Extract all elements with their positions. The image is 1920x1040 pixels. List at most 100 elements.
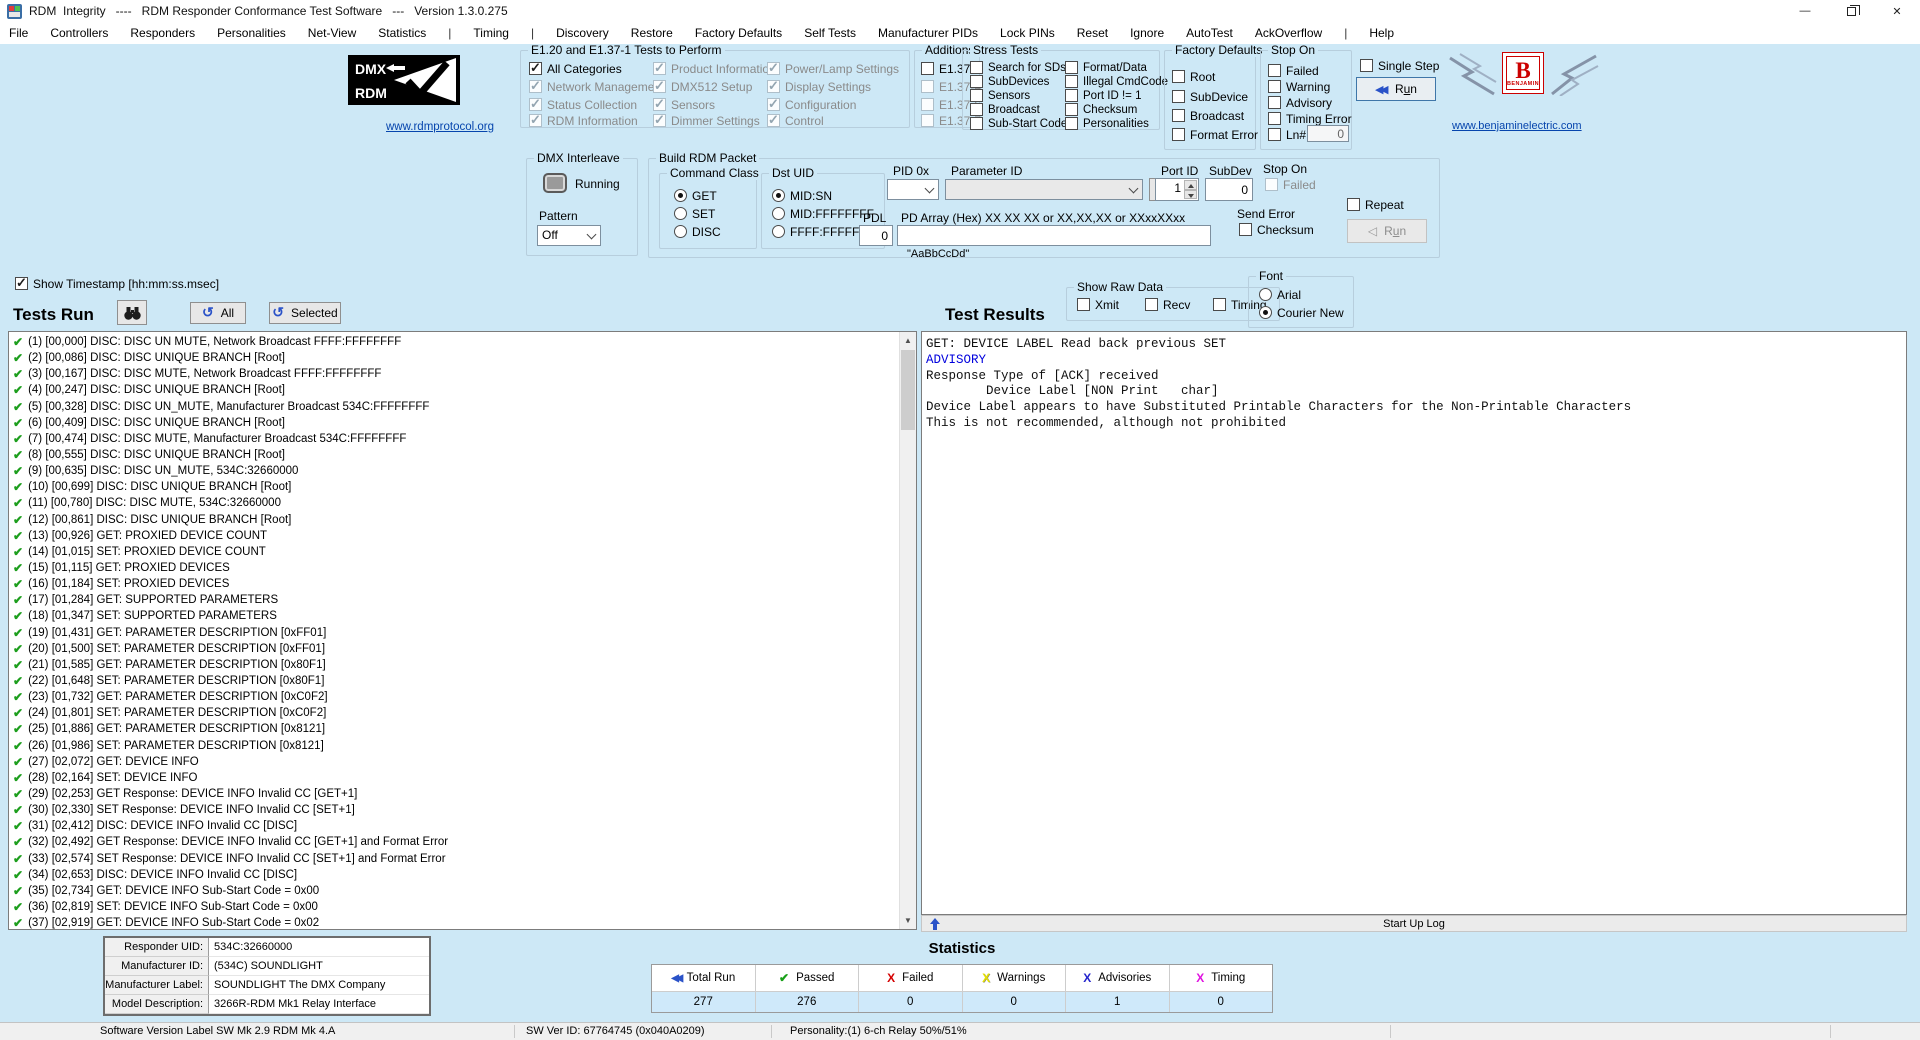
- category-checkbox[interactable]: RDM Information: [529, 113, 638, 128]
- test-list-item[interactable]: (16) [01,184] SET: PROXIED DEVICES: [9, 576, 916, 592]
- menu-item[interactable]: Controllers: [50, 26, 108, 40]
- test-list-item[interactable]: (4) [00,247] DISC: DISC UNIQUE BRANCH [R…: [9, 382, 916, 398]
- factory-checkbox[interactable]: Broadcast: [1172, 108, 1244, 123]
- single-step-checkbox[interactable]: Single Step: [1360, 58, 1439, 73]
- category-checkbox[interactable]: Power/Lamp Settings: [767, 61, 899, 76]
- stop-on-failed-checkbox[interactable]: Failed: [1265, 177, 1316, 192]
- stress-checkbox[interactable]: Sensors: [970, 88, 1030, 103]
- startup-log-bar[interactable]: Start Up Log: [921, 915, 1907, 932]
- stress-checkbox[interactable]: Sub-Start Code: [970, 116, 1067, 131]
- category-checkbox[interactable]: Status Collection: [529, 97, 637, 112]
- menu-item[interactable]: File: [9, 26, 28, 40]
- test-list-item[interactable]: (15) [01,115] GET: PROXIED DEVICES: [9, 560, 916, 576]
- menu-item[interactable]: Self Tests: [804, 26, 856, 40]
- stress-checkbox[interactable]: SubDevices: [970, 74, 1049, 89]
- test-list-item[interactable]: (37) [02,919] GET: DEVICE INFO Sub-Start…: [9, 915, 916, 930]
- menu-item[interactable]: Timing: [473, 26, 509, 40]
- test-list-item[interactable]: (8) [00,555] DISC: DISC UNIQUE BRANCH [R…: [9, 447, 916, 463]
- test-list-item[interactable]: (35) [02,734] GET: DEVICE INFO Sub-Start…: [9, 883, 916, 899]
- test-list-item[interactable]: (24) [01,801] SET: PARAMETER DESCRIPTION…: [9, 705, 916, 721]
- repeat-checkbox[interactable]: Repeat: [1347, 197, 1404, 212]
- spinner-up-icon[interactable]: [1184, 180, 1197, 190]
- menu-item[interactable]: |: [531, 26, 534, 40]
- test-list-item[interactable]: (6) [00,409] DISC: DISC UNIQUE BRANCH [R…: [9, 415, 916, 431]
- checksum-checkbox[interactable]: Checksum: [1239, 222, 1314, 237]
- rerun-selected-button[interactable]: Selected: [269, 302, 341, 324]
- category-checkbox[interactable]: DMX512 Setup: [653, 79, 752, 94]
- test-list-item[interactable]: (17) [01,284] GET: SUPPORTED PARAMETERS: [9, 592, 916, 608]
- test-list-item[interactable]: (25) [01,886] GET: PARAMETER DESCRIPTION…: [9, 721, 916, 737]
- pid-select[interactable]: [887, 179, 939, 200]
- pd-array-input[interactable]: [897, 225, 1211, 246]
- test-list-item[interactable]: (29) [02,253] GET Response: DEVICE INFO …: [9, 786, 916, 802]
- test-list-item[interactable]: (1) [00,000] DISC: DISC UN MUTE, Network…: [9, 334, 916, 350]
- test-list-item[interactable]: (22) [01,648] SET: PARAMETER DESCRIPTION…: [9, 673, 916, 689]
- menu-item[interactable]: |: [1344, 26, 1347, 40]
- test-list-item[interactable]: (7) [00,474] DISC: DISC MUTE, Manufactur…: [9, 431, 916, 447]
- category-checkbox[interactable]: Configuration: [767, 97, 856, 112]
- test-list-item[interactable]: (12) [00,861] DISC: DISC UNIQUE BRANCH […: [9, 512, 916, 528]
- category-checkbox[interactable]: All Categories: [529, 61, 622, 76]
- menu-item[interactable]: AutoTest: [1186, 26, 1233, 40]
- test-list-item[interactable]: (34) [02,653] DISC: DEVICE INFO Invalid …: [9, 867, 916, 883]
- tests-list-scrollbar[interactable]: ▲ ▼: [899, 332, 916, 929]
- font-radio[interactable]: Arial: [1259, 287, 1301, 302]
- font-radio[interactable]: Courier New: [1259, 305, 1344, 320]
- maximize-button[interactable]: [1828, 0, 1874, 22]
- test-list-item[interactable]: (26) [01,986] SET: PARAMETER DESCRIPTION…: [9, 738, 916, 754]
- test-list-item[interactable]: (31) [02,412] DISC: DEVICE INFO Invalid …: [9, 818, 916, 834]
- test-list-item[interactable]: (20) [01,500] SET: PARAMETER DESCRIPTION…: [9, 641, 916, 657]
- minimize-button[interactable]: —: [1782, 0, 1828, 22]
- menu-item[interactable]: Restore: [631, 26, 673, 40]
- test-list-item[interactable]: (10) [00,699] DISC: DISC UNIQUE BRANCH […: [9, 479, 916, 495]
- category-checkbox[interactable]: Sensors: [653, 97, 715, 112]
- stop-on-checkbox[interactable]: Warning: [1268, 79, 1330, 94]
- test-list-item[interactable]: (30) [02,330] SET Response: DEVICE INFO …: [9, 802, 916, 818]
- test-list-item[interactable]: (13) [00,926] GET: PROXIED DEVICE COUNT: [9, 528, 916, 544]
- find-button[interactable]: [117, 300, 147, 325]
- stop-on-checkbox[interactable]: Advisory: [1268, 95, 1332, 110]
- menu-item[interactable]: Help: [1369, 26, 1394, 40]
- benjaminelectric-link[interactable]: www.benjaminelectric.com: [1452, 120, 1582, 132]
- test-list-item[interactable]: (23) [01,732] GET: PARAMETER DESCRIPTION…: [9, 689, 916, 705]
- menu-item[interactable]: Reset: [1077, 26, 1108, 40]
- test-list-item[interactable]: (5) [00,328] DISC: DISC UN_MUTE, Manufac…: [9, 399, 916, 415]
- menu-item[interactable]: AckOverflow: [1255, 26, 1322, 40]
- menu-item[interactable]: Factory Defaults: [695, 26, 782, 40]
- test-list-item[interactable]: (18) [01,347] SET: SUPPORTED PARAMETERS: [9, 608, 916, 624]
- raw-data-checkbox[interactable]: Xmit: [1077, 297, 1119, 312]
- test-list-item[interactable]: (27) [02,072] GET: DEVICE INFO: [9, 754, 916, 770]
- stop-on-checkbox[interactable]: Timing Error: [1268, 111, 1352, 126]
- menu-item[interactable]: Responders: [130, 26, 195, 40]
- test-list-item[interactable]: (21) [01,585] GET: PARAMETER DESCRIPTION…: [9, 657, 916, 673]
- test-list-item[interactable]: (9) [00,635] DISC: DISC UN_MUTE, 534C:32…: [9, 463, 916, 479]
- stress-checkbox[interactable]: Broadcast: [970, 102, 1040, 117]
- subdev-input[interactable]: 0: [1205, 178, 1253, 201]
- category-checkbox[interactable]: Control: [767, 113, 824, 128]
- pdl-input[interactable]: 0: [859, 225, 893, 246]
- test-list-item[interactable]: (33) [02,574] SET Response: DEVICE INFO …: [9, 851, 916, 867]
- menu-item[interactable]: Discovery: [556, 26, 609, 40]
- port-id-spinner[interactable]: 1: [1155, 178, 1199, 201]
- line-number-input[interactable]: 0: [1307, 125, 1349, 142]
- stress-checkbox[interactable]: Search for SDs: [970, 60, 1066, 75]
- show-timestamp-checkbox[interactable]: Show Timestamp [hh:mm:ss.msec]: [15, 276, 219, 291]
- stop-on-line-checkbox[interactable]: Ln#: [1268, 127, 1306, 142]
- test-list-item[interactable]: (11) [00,780] DISC: DISC MUTE, 534C:3266…: [9, 495, 916, 511]
- menu-item[interactable]: Personalities: [217, 26, 286, 40]
- test-list-item[interactable]: (28) [02,164] SET: DEVICE INFO: [9, 770, 916, 786]
- test-list-item[interactable]: (14) [01,015] SET: PROXIED DEVICE COUNT: [9, 544, 916, 560]
- scroll-up-icon[interactable]: ▲: [900, 332, 916, 349]
- close-button[interactable]: ✕: [1874, 0, 1920, 22]
- stress-checkbox[interactable]: Checksum: [1065, 102, 1137, 117]
- dst-uid-radio[interactable]: MID:SN: [772, 188, 832, 203]
- stop-on-checkbox[interactable]: Failed: [1268, 63, 1319, 78]
- menu-item[interactable]: Net-View: [308, 26, 356, 40]
- category-checkbox[interactable]: Product Information: [653, 61, 776, 76]
- category-checkbox[interactable]: Network Management: [529, 79, 664, 94]
- category-checkbox[interactable]: Dimmer Settings: [653, 113, 760, 128]
- command-class-radio[interactable]: GET: [674, 188, 717, 203]
- run-packet-button[interactable]: Run: [1347, 219, 1427, 243]
- test-list-item[interactable]: (36) [02,819] SET: DEVICE INFO Sub-Start…: [9, 899, 916, 915]
- scroll-down-icon[interactable]: ▼: [900, 912, 916, 929]
